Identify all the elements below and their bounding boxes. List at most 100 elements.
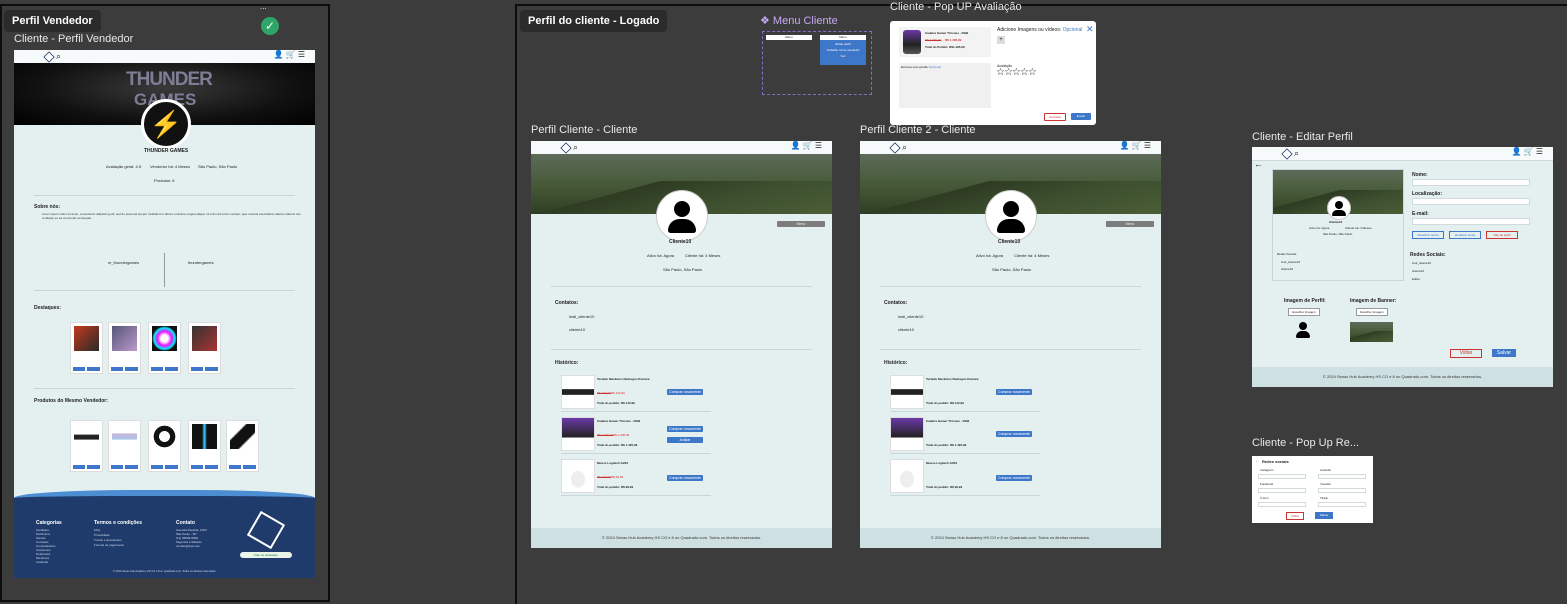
order-old-price: R$ 290,00 xyxy=(597,391,611,395)
mouse-image xyxy=(561,459,595,493)
search-icon[interactable]: ⌕ xyxy=(902,142,907,153)
search-icon[interactable]: ⌕ xyxy=(573,142,578,153)
social-save-button[interactable]: Salvar xyxy=(1315,512,1333,519)
facebook-field[interactable] xyxy=(1258,488,1306,493)
order-row: Mouse Logitech G203 R$ 249,90 R$ 99,99 T… xyxy=(561,457,711,496)
buy-again-button[interactable]: Comprar novamente xyxy=(996,431,1032,437)
send-button[interactable]: Enviar xyxy=(1071,113,1091,120)
preview-social-1: insti_cliente10 xyxy=(1281,260,1301,264)
nav-icons[interactable]: 👤🛒☰ xyxy=(1512,147,1545,156)
name-field[interactable] xyxy=(1412,179,1530,186)
buy-again-button[interactable]: Comprar novamente xyxy=(667,389,703,395)
logo-icon[interactable] xyxy=(43,51,55,63)
same-seller-title: Produtos do Mesmo Vendedor: xyxy=(34,398,108,404)
search-icon[interactable]: ⌕ xyxy=(1294,148,1299,159)
rating-stars[interactable]: ☆☆☆☆☆ xyxy=(996,67,1037,78)
contacts-title: Contatos: xyxy=(555,300,579,306)
edit-frame-title[interactable]: Cliente - Editar Perfil xyxy=(1252,131,1353,143)
client-avatar[interactable] xyxy=(985,190,1037,242)
vendor-instagram[interactable]: m_thundergames xyxy=(108,260,139,265)
social-instagram: Instagram xyxy=(1260,468,1274,472)
buy-again-button[interactable]: Comprar novamente xyxy=(667,475,703,481)
footer-col2[interactable]: FAQ Privacidade Trocas e devoluções Formas … xyxy=(94,528,124,548)
logged-pill[interactable]: Perfil do cliente - Logado xyxy=(520,10,668,32)
nav-icons[interactable]: 👤🛒☰ xyxy=(274,50,307,59)
vendor-pill[interactable]: Perfil Vendedor xyxy=(4,10,101,32)
buy-again-button[interactable]: Comprar novamente xyxy=(996,389,1032,395)
product-card[interactable] xyxy=(70,322,103,374)
email-field[interactable] xyxy=(1412,218,1530,225)
client-name: Cliente10 xyxy=(998,239,1021,245)
product-card[interactable] xyxy=(188,322,221,374)
back-arrow-icon[interactable]: ← xyxy=(1254,159,1263,169)
client2-frame-title[interactable]: Perfil Cliente 2 - Cliente xyxy=(860,124,976,136)
popup-back-icon[interactable]: ← xyxy=(1255,458,1260,464)
contact-facebook[interactable]: cliente10 xyxy=(898,327,914,332)
menu-tab-1[interactable]: Menu xyxy=(766,35,812,40)
vendor-products-count: Produtos: 6 xyxy=(154,178,175,183)
social-back-button[interactable]: Voltar xyxy=(1286,512,1304,520)
contact-instagram[interactable]: insti_cliente10 xyxy=(898,314,923,319)
popup-rating-title[interactable]: Cliente - Pop UP Avaliação xyxy=(890,1,1022,13)
client-avatar[interactable] xyxy=(656,190,708,242)
check-icon: ✓ xyxy=(261,17,279,35)
contact-instagram[interactable]: insti_cliente10 xyxy=(569,314,594,319)
popup-old-price: R$ 3.000,00 xyxy=(925,38,942,42)
reset-email-button[interactable]: Redefinir email xyxy=(1449,231,1481,239)
order-row: Teclado Mecânico Redragon Kumara Total d… xyxy=(890,373,1040,412)
reset-password-button[interactable]: Redefinir senha xyxy=(1412,231,1444,239)
banner-image-preview xyxy=(1350,322,1393,342)
tiktok-field[interactable] xyxy=(1318,502,1366,507)
product-card[interactable] xyxy=(148,420,181,472)
nav-icons[interactable]: 👤🛒☰ xyxy=(791,141,824,150)
comment-field[interactable]: Escreva sua opinião: Opcional xyxy=(899,63,991,108)
instagram-field[interactable] xyxy=(1258,474,1306,479)
menu-title[interactable]: ❖ Menu Cliente xyxy=(760,14,838,27)
mouse-image xyxy=(890,459,924,493)
menu-button[interactable]: Menu xyxy=(777,221,825,227)
back-button[interactable]: Voltar xyxy=(1450,349,1482,358)
social-edit-link[interactable]: Editar xyxy=(1412,277,1420,281)
linkedin-field[interactable] xyxy=(1318,474,1366,479)
location-label: Localização: xyxy=(1412,191,1443,197)
product-card[interactable] xyxy=(108,420,141,472)
client1-frame-title[interactable]: Perfil Cliente - Cliente xyxy=(531,124,637,136)
footer-col1[interactable]: Hardware Periféricos Games Consoles Computad… xyxy=(36,528,56,564)
nav-icons[interactable]: 👤🛒☰ xyxy=(1120,141,1153,150)
vendor-frame-title[interactable]: Cliente - Perfil Vendedor xyxy=(14,33,133,45)
close-icon[interactable]: ✕ xyxy=(1086,24,1094,35)
product-card[interactable] xyxy=(188,420,221,472)
logo-icon[interactable] xyxy=(560,142,572,154)
choose-banner-image-button[interactable]: Escolher Imagem xyxy=(1356,308,1388,316)
menu-item-exit[interactable]: Sair xyxy=(820,53,866,59)
product-card[interactable] xyxy=(70,420,103,472)
location-field[interactable] xyxy=(1412,198,1530,205)
whatsapp-button[interactable]: Fale no whatsapp xyxy=(240,552,292,558)
name-label: Nome: xyxy=(1412,172,1428,178)
cancel-button[interactable]: Cancelar xyxy=(1044,113,1066,121)
x-field[interactable] xyxy=(1258,502,1306,507)
profile-image-label: Imagem de Perfil: xyxy=(1284,298,1326,304)
logo-icon[interactable] xyxy=(1281,148,1293,160)
save-button[interactable]: Salvar xyxy=(1492,349,1516,357)
product-card[interactable] xyxy=(148,322,181,374)
client-footer: © 2024 Senac Hub Academy HS CO e 8 on Qu… xyxy=(860,528,1161,548)
logout-button[interactable]: Sair do perfil xyxy=(1486,231,1518,239)
preview-stats-2: Cliente há: 4 Meses xyxy=(1345,226,1372,230)
youtube-field[interactable] xyxy=(1318,488,1366,493)
vendor-facebook[interactable]: thundergames xyxy=(188,260,214,265)
logo-icon[interactable] xyxy=(889,142,901,154)
menu-button[interactable]: Menu xyxy=(1106,221,1154,227)
popup-social-frame-title[interactable]: Cliente - Pop Up Re... xyxy=(1252,437,1359,449)
contact-facebook[interactable]: cliente10 xyxy=(569,327,585,332)
buy-again-button[interactable]: Comprar novamente xyxy=(996,475,1032,481)
search-icon[interactable]: ⌕ xyxy=(56,51,61,62)
contacts-title: Contatos: xyxy=(884,300,908,306)
product-card[interactable] xyxy=(226,420,259,472)
product-card[interactable] xyxy=(108,322,141,374)
buy-again-button[interactable]: Comprar novamente xyxy=(667,426,703,432)
rate-button[interactable]: Avaliar xyxy=(667,437,703,443)
vendor-dots[interactable]: ... xyxy=(260,2,267,11)
choose-profile-image-button[interactable]: Escolher Imagem xyxy=(1288,308,1320,316)
add-image-button[interactable]: + xyxy=(997,36,1005,44)
